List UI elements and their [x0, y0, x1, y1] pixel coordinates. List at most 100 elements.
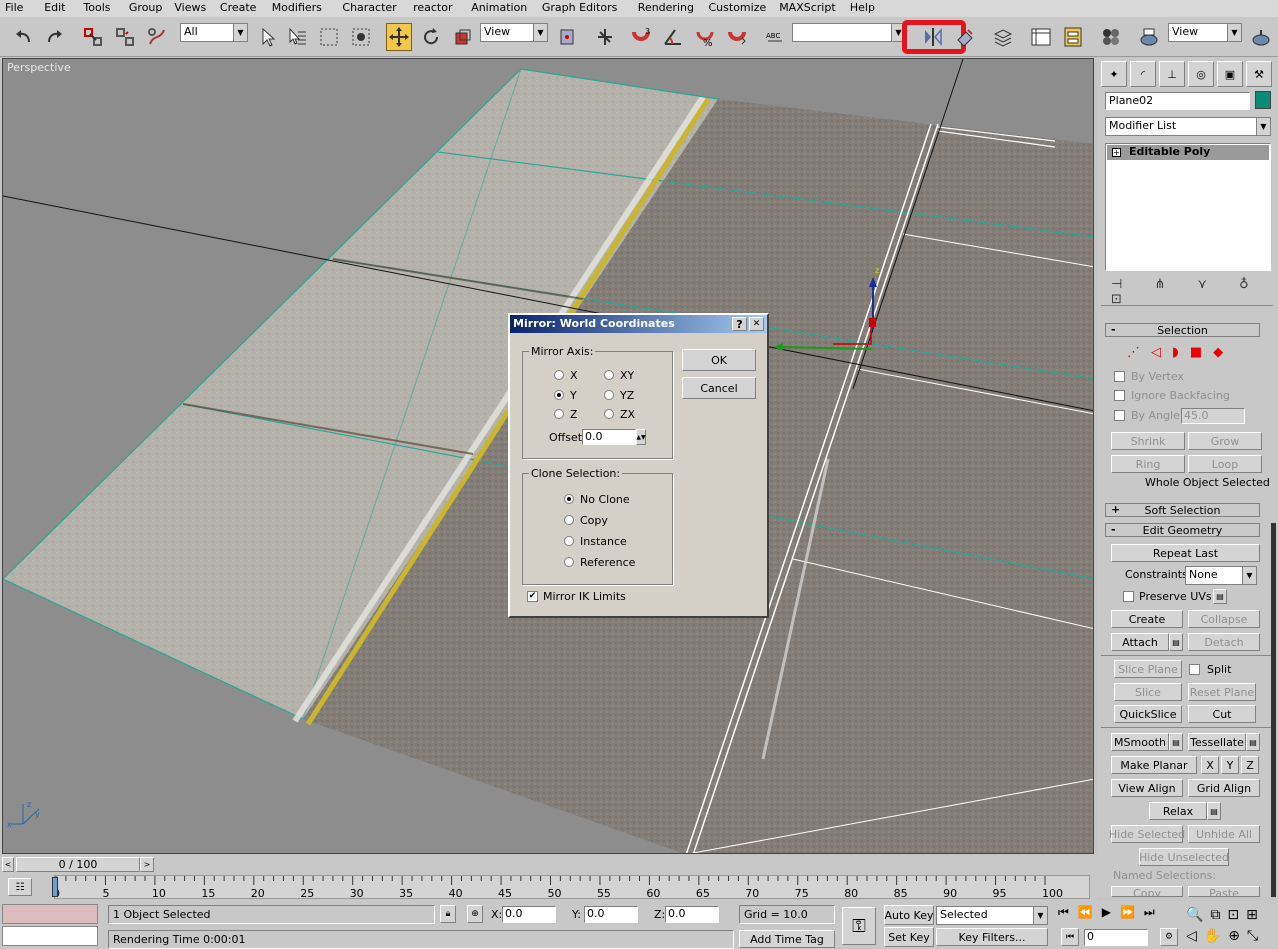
copy-button[interactable]: Copy — [1111, 886, 1183, 897]
create-tab-icon[interactable]: ✦ — [1101, 61, 1127, 87]
maxscript-output-mini[interactable] — [2, 926, 98, 946]
relax-button[interactable]: Relax — [1149, 802, 1207, 820]
grid-align-button[interactable]: Grid Align — [1188, 779, 1260, 797]
soft-selection-rollout-header[interactable]: + Soft Selection — [1105, 503, 1260, 517]
mirror-icon[interactable] — [920, 23, 946, 51]
ignore-backfacing-checkbox[interactable] — [1114, 390, 1125, 401]
attach-list-icon[interactable]: ▤ — [1169, 633, 1183, 651]
make-planar-y-button[interactable]: Y — [1221, 756, 1239, 774]
undo-icon[interactable] — [10, 23, 36, 51]
mini-curve-editor-icon[interactable]: ☷ — [8, 878, 32, 896]
select-and-rotate-icon[interactable] — [418, 23, 444, 51]
dialog-title-bar[interactable]: Mirror: World Coordinates — [510, 315, 767, 333]
slice-plane-button[interactable]: Slice Plane — [1114, 660, 1182, 678]
edit-geometry-rollout-header[interactable]: - Edit Geometry — [1105, 523, 1260, 537]
menu-maxscript[interactable]: MAXScript — [779, 1, 835, 14]
grow-button[interactable]: Grow — [1188, 432, 1262, 450]
axis-z-radio[interactable] — [554, 409, 564, 419]
window-crossing-icon[interactable] — [348, 23, 374, 51]
rectangular-selection-icon[interactable] — [316, 23, 342, 51]
auto-key-button[interactable]: Auto Key — [884, 905, 934, 925]
constraints-dropdown[interactable]: None ▼ — [1185, 566, 1257, 585]
reference-radio[interactable] — [564, 557, 574, 567]
stack-toolbar[interactable]: ⊣ ⋔ ⋎ ♁ ⊡ — [1111, 277, 1271, 307]
preserve-uvs-settings-icon[interactable]: ▤ — [1213, 589, 1227, 604]
bind-to-space-warp-icon[interactable] — [144, 23, 170, 51]
axis-zx-radio[interactable] — [604, 409, 614, 419]
repeat-last-button[interactable]: Repeat Last — [1111, 544, 1260, 562]
object-color-swatch[interactable] — [1255, 91, 1271, 109]
tessellate-settings-icon[interactable]: ▤ — [1246, 733, 1260, 751]
menu-tools[interactable]: Tools — [83, 1, 110, 14]
current-frame-input[interactable]: 0 — [1084, 929, 1148, 946]
select-object-icon[interactable] — [254, 23, 280, 51]
menu-views[interactable]: Views — [174, 1, 206, 14]
absolute-mode-icon[interactable]: ⊕ — [467, 905, 483, 923]
paste-button[interactable]: Paste — [1188, 886, 1260, 897]
render-scene-icon[interactable] — [1136, 23, 1162, 51]
relax-settings-icon[interactable]: ▤ — [1207, 802, 1221, 820]
make-planar-z-button[interactable]: Z — [1241, 756, 1259, 774]
material-editor-icon[interactable] — [1098, 23, 1124, 51]
z-coordinate-input[interactable]: 0.0 — [665, 906, 719, 923]
selection-filter-dropdown[interactable]: All ▼ — [180, 23, 248, 42]
time-slider-thumb[interactable]: 0 / 100 — [16, 857, 140, 872]
axis-yz-radio[interactable] — [604, 390, 614, 400]
view-align-button[interactable]: View Align — [1111, 779, 1183, 797]
y-coordinate-input[interactable]: 0.0 — [584, 906, 638, 923]
menu-file[interactable]: File — [5, 1, 23, 14]
spinner-snap-toggle-icon[interactable] — [724, 23, 750, 51]
set-key-button[interactable]: Set Key — [884, 927, 934, 947]
quick-render-icon[interactable] — [1248, 23, 1274, 51]
use-pivot-point-center-icon[interactable] — [554, 23, 580, 51]
time-slider-next-button[interactable]: > — [140, 857, 154, 872]
by-vertex-checkbox[interactable] — [1114, 371, 1125, 382]
named-selection-sets-dropdown[interactable]: ▼ — [792, 23, 906, 42]
detach-button[interactable]: Detach — [1188, 633, 1260, 651]
tessellate-button[interactable]: Tessellate — [1188, 733, 1246, 751]
select-and-manipulate-icon[interactable] — [592, 23, 618, 51]
select-by-name-icon[interactable] — [284, 23, 310, 51]
unlink-selection-icon[interactable] — [112, 23, 138, 51]
preserve-uvs-checkbox[interactable] — [1123, 591, 1134, 602]
make-planar-button[interactable]: Make Planar — [1111, 756, 1197, 774]
instance-radio[interactable] — [564, 536, 574, 546]
menu-character[interactable]: Character — [342, 1, 396, 14]
subobject-level-icons[interactable]: ⋰◁◗■◆ — [1127, 345, 1247, 361]
display-tab-icon[interactable]: ▣ — [1217, 61, 1243, 87]
close-button[interactable]: ✕ — [749, 317, 764, 331]
shrink-button[interactable]: Shrink — [1111, 432, 1185, 450]
menu-rendering[interactable]: Rendering — [638, 1, 694, 14]
layer-manager-icon[interactable] — [990, 23, 1016, 51]
viewport-navigation-controls[interactable]: 🔍⧉⊡⊞ ◁✋⊕⤡ — [1186, 905, 1278, 947]
no-clone-radio[interactable] — [564, 494, 574, 504]
slice-button[interactable]: Slice — [1114, 683, 1182, 701]
loop-button[interactable]: Loop — [1188, 455, 1262, 473]
snaps-toggle-icon[interactable]: 3 — [628, 23, 654, 51]
selection-rollout-header[interactable]: - Selection — [1105, 323, 1260, 337]
curve-editor-icon[interactable] — [1028, 23, 1054, 51]
hide-unselected-button[interactable]: Hide Unselected — [1139, 848, 1229, 866]
cancel-button[interactable]: Cancel — [682, 377, 756, 399]
select-and-scale-icon[interactable] — [450, 23, 476, 51]
track-bar-ruler[interactable]: 0510152025303540455055606570758085909510… — [53, 875, 1090, 900]
offset-spinner[interactable]: ▲▼ — [636, 429, 646, 445]
viewport-label[interactable]: Perspective — [7, 61, 71, 74]
object-name-input[interactable]: Plane02 — [1105, 92, 1250, 110]
axis-xy-radio[interactable] — [604, 370, 614, 380]
reference-coordinate-dropdown[interactable]: View ▼ — [480, 23, 548, 42]
offset-input[interactable]: 0.0 — [582, 429, 636, 445]
copy-radio[interactable] — [564, 515, 574, 525]
x-coordinate-input[interactable]: 0.0 — [502, 906, 556, 923]
playback-controls[interactable]: ⏮⏪▶⏩⏭ — [1058, 905, 1178, 925]
unhide-all-button[interactable]: Unhide All — [1188, 825, 1260, 843]
key-mode-dropdown[interactable]: Selected ▼ — [936, 906, 1048, 925]
by-angle-input[interactable]: 45.0 — [1181, 408, 1245, 424]
lock-selection-icon[interactable]: 🔒︎ — [440, 905, 456, 923]
by-angle-checkbox[interactable] — [1114, 410, 1125, 421]
panel-scrollbar[interactable] — [1271, 523, 1276, 897]
axis-y-radio[interactable] — [554, 390, 564, 400]
collapse-button[interactable]: Collapse — [1188, 610, 1260, 628]
split-checkbox[interactable] — [1189, 664, 1200, 675]
schematic-view-icon[interactable] — [1060, 23, 1086, 51]
